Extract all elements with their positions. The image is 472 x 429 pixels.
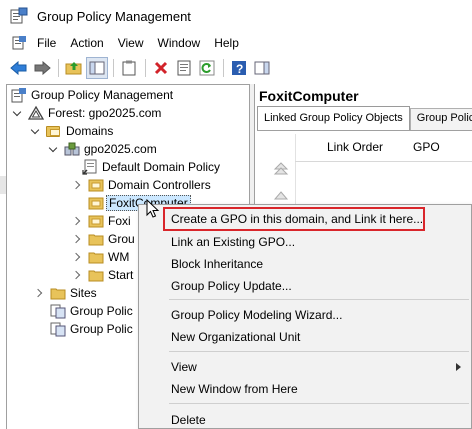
toolbar-separator — [145, 59, 146, 77]
ou-folder-icon — [88, 195, 104, 211]
expand-arrow-icon[interactable] — [13, 108, 23, 118]
tree-label-domains: Domains — [66, 124, 114, 138]
menu-action[interactable]: Action — [63, 36, 110, 50]
tree-label-wmi: WM — [108, 250, 130, 264]
svg-text:?: ? — [236, 62, 243, 76]
details-title: FoxitComputer — [259, 88, 359, 104]
folder-icon — [88, 231, 104, 247]
ou-folder-icon — [88, 177, 104, 193]
tab-linked-gpos[interactable]: Linked Group Policy Objects — [257, 106, 410, 130]
menu-window[interactable]: Window — [151, 36, 208, 50]
mmc-doc-icon — [10, 32, 28, 54]
collapse-arrow-icon[interactable] — [73, 180, 83, 190]
toolbar: ? — [0, 55, 472, 81]
folder-icon — [50, 285, 66, 301]
menu-file[interactable]: File — [30, 36, 63, 50]
menu-item-create-gpo[interactable]: Create a GPO in this domain, and Link it… — [171, 210, 423, 228]
window-title: Group Policy Management — [37, 8, 191, 24]
back-arrow-icon[interactable] — [8, 57, 30, 79]
menu-item-gp-update[interactable]: Group Policy Update... — [171, 277, 292, 295]
column-header-gpo[interactable]: GPO — [413, 140, 440, 154]
delete-x-icon[interactable] — [150, 57, 172, 79]
tree-label-domain: gpo2025.com — [84, 142, 157, 156]
clipboard-icon[interactable] — [118, 57, 140, 79]
collapse-arrow-icon[interactable] — [73, 270, 83, 280]
tree-label-default-policy: Default Domain Policy — [102, 160, 221, 174]
collapse-arrow-icon[interactable] — [73, 234, 83, 244]
gpo-link-icon — [82, 159, 98, 175]
title-bar: Group Policy Management — [0, 0, 472, 32]
domain-icon — [64, 141, 80, 157]
tree-label-foxit2: Foxi — [108, 214, 131, 228]
menu-item-gp-modeling-wizard[interactable]: Group Policy Modeling Wizard... — [171, 306, 342, 324]
folder-icon — [46, 123, 62, 139]
expand-arrow-icon[interactable] — [49, 144, 59, 154]
tree-node-foxit2[interactable]: Foxi — [73, 212, 131, 230]
collapse-arrow-icon[interactable] — [35, 288, 45, 298]
gpm-app-icon — [10, 7, 28, 25]
tab-group-policy-inheritance[interactable]: Group Policy — [409, 108, 472, 130]
menu-item-delete[interactable]: Delete — [171, 411, 206, 429]
toolbar-separator — [58, 59, 59, 77]
collapse-arrow-icon[interactable] — [73, 216, 83, 226]
refresh-icon[interactable] — [196, 57, 218, 79]
show-console-tree-icon[interactable] — [86, 57, 108, 79]
gp-results-icon — [50, 321, 66, 337]
tree-label-sites: Sites — [70, 286, 97, 300]
tree-label-root: Group Policy Management — [31, 88, 174, 102]
menu-help[interactable]: Help — [207, 36, 246, 50]
tree-node-sites[interactable]: Sites — [35, 284, 97, 302]
forward-arrow-icon[interactable] — [31, 57, 53, 79]
show-action-pane-icon[interactable] — [251, 57, 273, 79]
menu-item-block-inheritance[interactable]: Block Inheritance — [171, 255, 263, 273]
menu-separator — [169, 299, 469, 300]
tree-node-starter[interactable]: Start — [73, 266, 133, 284]
tree-label-starter: Start — [108, 268, 134, 282]
properties-icon[interactable] — [173, 57, 195, 79]
tree-node-root[interactable]: Group Policy Management — [11, 86, 173, 104]
column-header-link-order[interactable]: Link Order — [327, 140, 383, 154]
move-up-single-icon[interactable] — [273, 188, 289, 202]
up-folder-icon[interactable] — [63, 57, 85, 79]
menu-separator — [169, 403, 469, 404]
menu-separator — [169, 351, 469, 352]
mouse-cursor-icon — [146, 198, 160, 219]
expand-arrow-icon[interactable] — [31, 126, 41, 136]
gpm-root-icon — [11, 87, 27, 103]
tree-label-domain-controllers: Domain Controllers — [108, 178, 211, 192]
tree-node-default-policy[interactable]: Default Domain Policy — [82, 158, 220, 176]
tree-label-group: Grou — [108, 232, 135, 246]
toolbar-separator — [113, 59, 114, 77]
tree-label-forest: Forest: gpo2025.com — [48, 106, 162, 120]
tree-node-forest[interactable]: Forest: gpo2025.com — [13, 104, 161, 122]
help-icon[interactable]: ? — [228, 57, 250, 79]
move-up-icon[interactable] — [273, 162, 289, 176]
tree-node-group[interactable]: Grou — [73, 230, 135, 248]
details-tabs: Linked Group Policy Objects Group Policy — [257, 106, 472, 130]
tree-node-gp-results[interactable]: Group Polic — [50, 320, 133, 338]
folder-icon — [88, 249, 104, 265]
menu-item-new-window[interactable]: New Window from Here — [171, 380, 298, 398]
tree-node-gp-modeling[interactable]: Group Polic — [50, 302, 133, 320]
tree-label-gp-modeling: Group Polic — [70, 304, 133, 318]
header-underline — [295, 161, 472, 162]
submenu-arrow-icon — [456, 363, 461, 371]
menu-item-view[interactable]: View — [171, 358, 197, 376]
forest-triangle-icon — [27, 105, 45, 121]
tree-node-domains[interactable]: Domains — [31, 122, 113, 140]
tree-node-domain[interactable]: gpo2025.com — [49, 140, 157, 158]
menu-item-link-existing-gpo[interactable]: Link an Existing GPO... — [171, 233, 295, 251]
tree-label-gp-results: Group Polic — [70, 322, 133, 336]
folder-icon — [88, 267, 104, 283]
ou-folder-icon — [88, 213, 104, 229]
toolbar-separator — [223, 59, 224, 77]
menu-item-new-ou[interactable]: New Organizational Unit — [171, 328, 300, 346]
menu-bar: File Action View Window Help — [0, 32, 472, 54]
collapse-arrow-icon[interactable] — [73, 252, 83, 262]
gp-modeling-icon — [50, 303, 66, 319]
tree-node-domain-controllers[interactable]: Domain Controllers — [73, 176, 211, 194]
tree-node-wmi[interactable]: WM — [73, 248, 129, 266]
context-menu: Create a GPO in this domain, and Link it… — [138, 204, 472, 429]
menu-view[interactable]: View — [111, 36, 151, 50]
